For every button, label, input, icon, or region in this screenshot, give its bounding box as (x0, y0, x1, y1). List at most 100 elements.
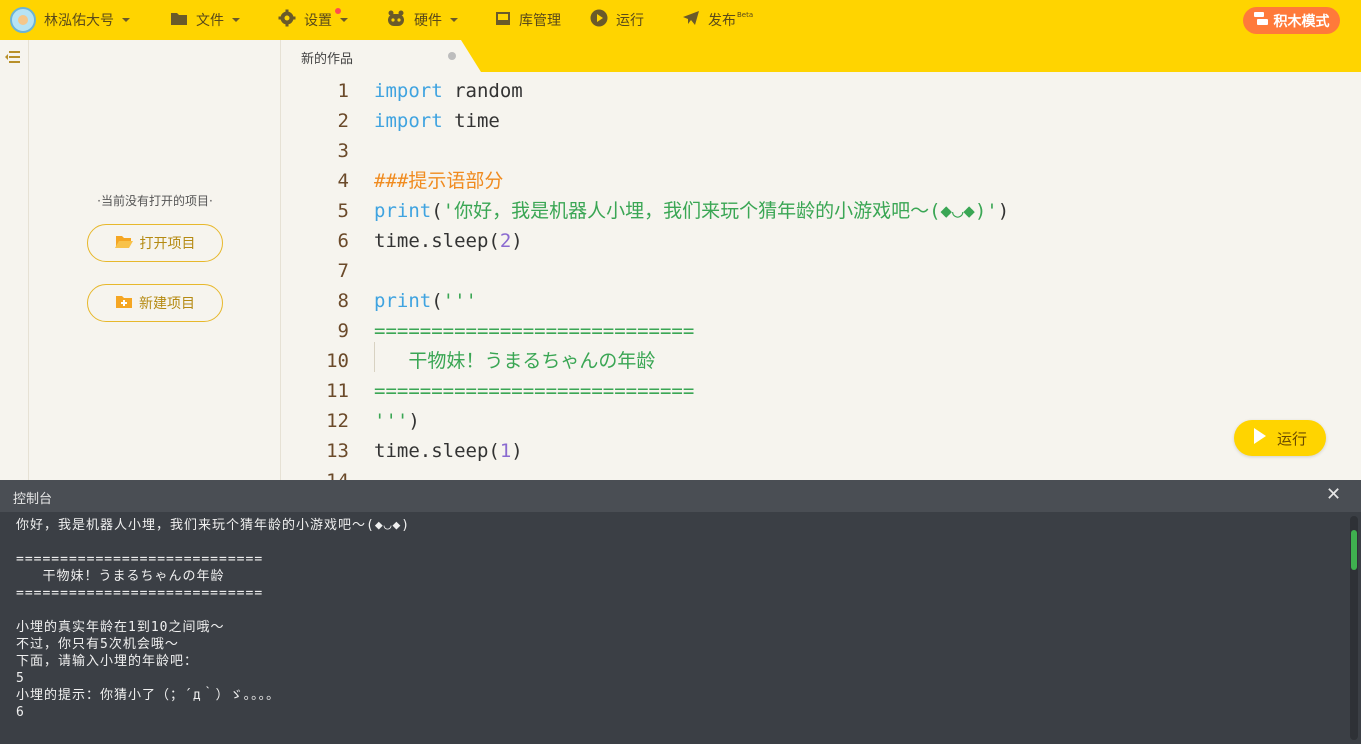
code-line[interactable]: 6 time.sleep(2) (281, 226, 1361, 256)
menu-hardware-label: 硬件 (414, 13, 442, 29)
menu-publish[interactable]: 发布 Beta (682, 0, 753, 40)
code-line[interactable]: 12 ''') (281, 406, 1361, 436)
new-project-button[interactable]: 新建项目 (87, 284, 223, 322)
line-number: 7 (337, 260, 349, 282)
punctuation-token: ) (511, 440, 523, 462)
top-menu-bar: 林泓佑大号 文件 设置 硬件 库管理 运行 发布 Beta 积木模式 (0, 0, 1361, 40)
punctuation-token: ) (997, 200, 1010, 222)
code-token: time.sleep( (374, 230, 500, 252)
chevron-down-icon (450, 18, 458, 22)
string-token: ''' (442, 290, 477, 312)
console-scrollbar-thumb[interactable] (1351, 530, 1357, 570)
code-line[interactable]: 3 (281, 136, 1361, 166)
code-line[interactable]: 10 干物妹！うまるちゃんの年龄 (281, 346, 1361, 376)
menu-library-label: 库管理 (519, 13, 561, 29)
paper-plane-icon (682, 10, 700, 30)
punctuation-token: ) (408, 410, 420, 432)
keyword-token: import (374, 110, 443, 132)
code-text: print('你好，我是机器人小埋，我们来玩个猜年龄的小游戏吧～(◆◡◆)') (374, 196, 1009, 226)
chevron-down-icon (122, 18, 130, 22)
menu-hardware[interactable]: 硬件 (386, 0, 458, 40)
string-token: ============================ (374, 320, 695, 342)
number-token: 1 (499, 440, 512, 462)
code-token: time (442, 110, 500, 132)
punctuation-token: ( (431, 290, 443, 312)
code-line[interactable]: 9 ============================ (281, 316, 1361, 346)
code-text: ============================ (374, 376, 694, 406)
line-number: 5 (337, 200, 349, 222)
code-line[interactable]: 4 ###提示语部分 (281, 166, 1361, 196)
keyword-token: print (374, 200, 432, 222)
punctuation-token: ) (511, 230, 523, 252)
tab-new-work[interactable]: 新的作品 (281, 40, 481, 72)
tab-title: 新的作品 (301, 52, 354, 67)
notification-dot (335, 8, 341, 14)
menu-file-label: 文件 (196, 13, 224, 29)
block-mode-button[interactable]: 积木模式 (1243, 7, 1340, 34)
code-line[interactable]: 5 print('你好，我是机器人小埋，我们来玩个猜年龄的小游戏吧～(◆◡◆)') (281, 196, 1361, 226)
folder-open-icon (114, 234, 134, 253)
line-number: 1 (337, 80, 349, 102)
code-line[interactable]: 2 import time (281, 106, 1361, 136)
play-circle-icon (590, 9, 608, 31)
menu-file[interactable]: 文件 (170, 0, 240, 40)
string-token: ''' (374, 410, 409, 432)
console-output-line: ============================ (16, 586, 264, 601)
block-mode-label: 积木模式 (1273, 13, 1330, 30)
line-number: 9 (337, 320, 349, 342)
collapse-sidebar-icon[interactable] (5, 49, 21, 68)
run-button-label: 运行 (1276, 429, 1307, 448)
code-line[interactable]: 11 ============================ (281, 376, 1361, 406)
console-output-line: 小埋的提示：你猜小了（；´д｀）ゞ。。。。 (16, 688, 281, 703)
menu-settings[interactable]: 设置 (278, 0, 348, 40)
console-output-line: 不过，你只有5次机会哦～ (16, 637, 179, 652)
line-number: 2 (337, 110, 349, 132)
code-line[interactable]: 1 import random (281, 76, 1361, 106)
code-line[interactable]: 13 time.sleep(1) (281, 436, 1361, 466)
number-token: 2 (499, 230, 512, 252)
left-rail (0, 40, 29, 480)
console-output-line: 小埋的真实年龄在1到10之间哦～ (16, 620, 225, 635)
library-icon (495, 11, 511, 30)
open-project-button[interactable]: 打开项目 (87, 224, 223, 262)
line-number: 4 (337, 170, 349, 192)
user-name: 林泓佑大号 (44, 13, 114, 29)
code-text: time.sleep(2) (374, 226, 523, 256)
folder-icon (170, 11, 188, 30)
comment-token: ###提示语部分 (374, 170, 504, 192)
tab-bar: 新的作品 (281, 40, 1361, 72)
code-token: random (442, 80, 523, 102)
console-title: 控制台 (13, 492, 53, 507)
code-text: import random (374, 76, 523, 106)
code-editor[interactable]: 1 import random 2 import time 3 4 ###提示语部分 5 pri… (281, 72, 1361, 480)
console-header: 控制台 ✕ (0, 480, 1361, 512)
blocks-icon (1253, 12, 1268, 29)
play-icon (1253, 427, 1267, 449)
folder-add-icon (115, 294, 133, 313)
code-line[interactable]: 8 print(''' (281, 286, 1361, 316)
menu-run[interactable]: 运行 (590, 0, 644, 40)
punctuation-token: ( (431, 200, 443, 222)
code-line[interactable]: 7 (281, 256, 1361, 286)
unsaved-dot-icon[interactable] (448, 52, 456, 60)
chevron-down-icon (232, 18, 240, 22)
line-number: 13 (326, 440, 349, 462)
string-token: ============================ (374, 380, 695, 402)
menu-settings-label: 设置 (304, 13, 332, 29)
menu-run-label: 运行 (616, 13, 644, 29)
run-button[interactable]: 运行 (1234, 420, 1326, 456)
console-output-line: 你好，我是机器人小埋，我们来玩个猜年龄的小游戏吧～(◆◡◆) (16, 518, 411, 533)
console-output[interactable]: 你好，我是机器人小埋，我们来玩个猜年龄的小游戏吧～(◆◡◆) ==========… (0, 512, 1361, 744)
gear-icon (278, 9, 296, 31)
code-line[interactable]: 14 (281, 466, 1361, 480)
code-text: import time (374, 106, 500, 136)
close-icon[interactable]: ✕ (1326, 486, 1341, 504)
user-menu[interactable]: 林泓佑大号 (10, 0, 130, 40)
line-number: 8 (337, 290, 349, 312)
console-output-line: 6 (16, 705, 25, 720)
line-number: 3 (337, 140, 349, 162)
code-text: time.sleep(1) (374, 436, 523, 466)
line-number: 11 (326, 380, 349, 402)
menu-library[interactable]: 库管理 (495, 0, 561, 40)
console-output-line: 5 (16, 671, 25, 686)
